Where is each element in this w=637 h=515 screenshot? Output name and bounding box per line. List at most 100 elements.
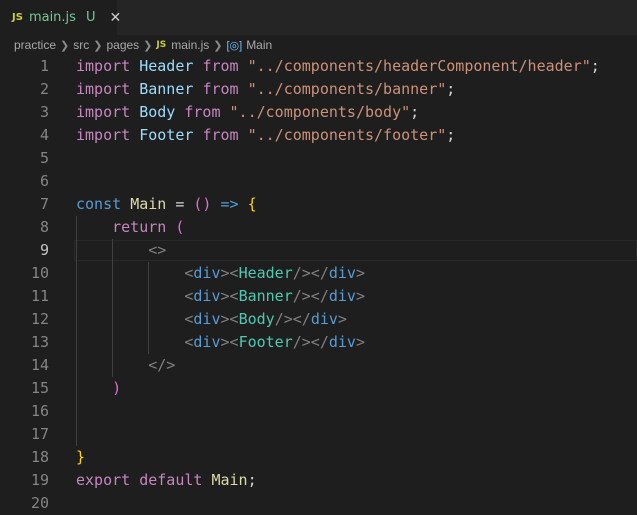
code-line[interactable]: 13 <div><Footer/></div> <box>0 331 637 354</box>
close-icon[interactable]: ✕ <box>109 11 121 25</box>
code-token: import <box>76 57 131 75</box>
chevron-right-icon: ❯ <box>60 39 70 52</box>
indent-guide <box>148 262 150 354</box>
code-token: Banner <box>238 287 293 305</box>
line-number: 9 <box>39 241 49 259</box>
code-token: from <box>202 126 239 144</box>
code-text: <div><Body/></div> <box>76 308 347 331</box>
code-line[interactable]: 12 <div><Body/></div> <box>0 308 637 331</box>
code-token: Banner <box>139 80 194 98</box>
code-token: import <box>76 103 131 121</box>
code-line[interactable]: 6 <box>0 170 637 193</box>
code-token: ; <box>590 57 600 75</box>
code-line[interactable]: 15 ) <box>0 377 637 400</box>
code-line[interactable]: 4 import Footer from "../components/foote… <box>0 124 637 147</box>
code-text: } <box>76 446 85 469</box>
code-text: return ( <box>76 216 184 239</box>
code-token: ; <box>247 471 257 489</box>
code-token: </> <box>148 356 176 374</box>
breadcrumb: practice ❯ src ❯ pages ❯ JS main.js ❯ [◎… <box>0 35 637 55</box>
code-token: Body <box>238 310 275 328</box>
code-token: } <box>76 448 86 466</box>
code-token: > <box>355 333 365 351</box>
code-line[interactable]: 19 export default Main; <box>0 469 637 492</box>
code-line[interactable]: 14 </> <box>0 354 637 377</box>
line-number: 13 <box>30 333 49 351</box>
code-text: import Header from "../components/header… <box>76 55 600 78</box>
code-line[interactable]: 20 <box>0 492 637 515</box>
code-line[interactable]: 8 return ( <box>0 216 637 239</box>
line-number: 7 <box>39 195 49 213</box>
code-line[interactable]: 11 <div><Banner/></div> <box>0 285 637 308</box>
code-line[interactable]: 10 <div><Header/></div> <box>0 262 637 285</box>
line-number: 10 <box>30 264 49 282</box>
code-token: "../components/footer" <box>247 126 447 144</box>
tab-filename: main.js <box>28 10 76 25</box>
code-text: ) <box>76 377 121 400</box>
code-token: ( <box>175 218 185 236</box>
code-line[interactable]: 17 <box>0 423 637 446</box>
code-line[interactable]: 1 import Header from "../components/heade… <box>0 55 637 78</box>
code-token: div <box>310 310 338 328</box>
code-token: ; <box>410 103 420 121</box>
code-text: export default Main; <box>76 469 257 492</box>
code-line[interactable]: 9 <> <box>0 239 637 262</box>
tab-main-js[interactable]: JS main.js U ✕ <box>0 0 121 35</box>
code-token: div <box>328 287 356 305</box>
code-token: /></ <box>274 310 311 328</box>
line-number: 15 <box>30 379 49 397</box>
indent-guide <box>112 239 114 377</box>
line-number: 14 <box>30 356 49 374</box>
breadcrumb-item-pages[interactable]: pages <box>106 38 139 52</box>
code-token: export <box>76 471 131 489</box>
breadcrumb-item-main-js[interactable]: main.js <box>171 38 209 52</box>
code-text: <> <box>76 239 166 262</box>
code-text: <div><Footer/></div> <box>76 331 365 354</box>
code-token: >< <box>220 287 239 305</box>
code-line[interactable]: 18} <box>0 446 637 469</box>
code-token: > <box>337 310 347 328</box>
line-number: 1 <box>39 57 49 75</box>
code-editor[interactable]: 1 import Header from "../components/heade… <box>0 55 637 515</box>
breadcrumb-item-main-symbol[interactable]: Main <box>246 38 272 52</box>
code-token: "../components/headerComponent/header" <box>247 57 591 75</box>
line-number: 6 <box>39 172 49 190</box>
line-number: 19 <box>30 471 49 489</box>
line-number: 3 <box>39 103 49 121</box>
code-token: div <box>193 287 221 305</box>
code-token: Header <box>139 57 194 75</box>
code-text: </> <box>76 354 175 377</box>
code-token: "../components/banner" <box>247 80 447 98</box>
chevron-right-icon: ❯ <box>213 39 223 52</box>
code-line[interactable]: 16 <box>0 400 637 423</box>
code-text: const Main = () => { <box>76 193 257 216</box>
code-line[interactable]: 5 <box>0 147 637 170</box>
symbol-variable-icon: [◎] <box>226 39 243 52</box>
line-number: 16 <box>30 402 49 420</box>
line-number: 12 <box>30 310 49 328</box>
code-token: Footer <box>238 333 293 351</box>
code-text: <div><Banner/></div> <box>76 285 365 308</box>
breadcrumb-item-practice[interactable]: practice <box>14 38 56 52</box>
line-number: 2 <box>39 80 49 98</box>
code-token: import <box>76 126 131 144</box>
code-token: from <box>184 103 221 121</box>
code-line[interactable]: 2 import Banner from "../components/banne… <box>0 78 637 101</box>
breadcrumb-item-src[interactable]: src <box>73 38 89 52</box>
code-line[interactable]: 3 import Body from "../components/body"; <box>0 101 637 124</box>
javascript-file-icon: JS <box>156 40 167 50</box>
code-token: div <box>193 310 221 328</box>
code-line[interactable]: 7 const Main = () => { <box>0 193 637 216</box>
code-token: div <box>328 264 356 282</box>
